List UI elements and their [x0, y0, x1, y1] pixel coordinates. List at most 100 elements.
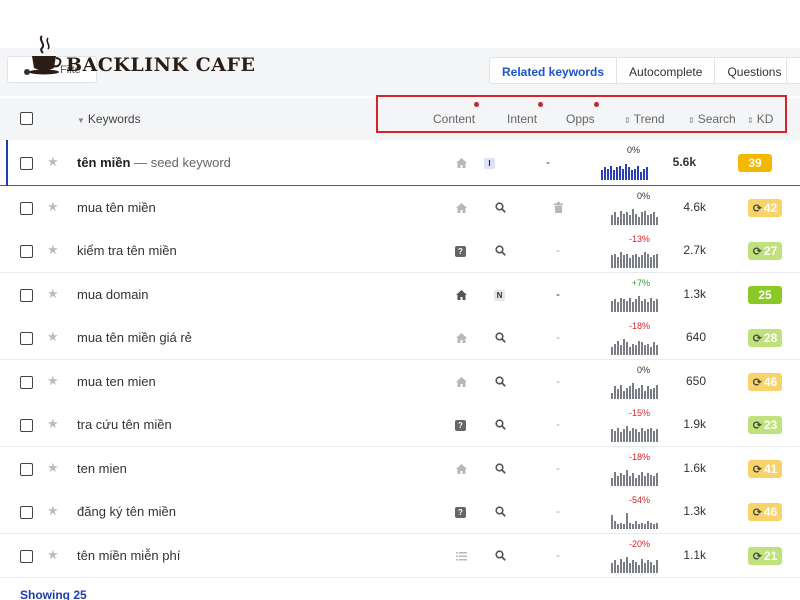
- trend-bar: [638, 475, 640, 486]
- trend-bar: [653, 301, 655, 312]
- keyword-text[interactable]: ten mien: [77, 461, 127, 476]
- star-icon[interactable]: ★: [47, 199, 59, 215]
- kd-badge[interactable]: ⟳ 46: [748, 373, 782, 391]
- seed-keyword-note: — seed keyword: [130, 155, 231, 170]
- row-checkbox[interactable]: [20, 332, 33, 345]
- keyword-text-bold: tên miền: [77, 155, 131, 170]
- tab-autocomplete[interactable]: Autocomplete: [617, 58, 716, 83]
- trend-bar: [617, 476, 619, 486]
- star-icon[interactable]: ★: [47, 416, 59, 432]
- intent-badge: N: [494, 290, 505, 301]
- row-checkbox[interactable]: [20, 463, 33, 476]
- trash-icon[interactable]: [554, 202, 563, 213]
- trend-bar: [604, 167, 606, 180]
- trend-percent: -15%: [628, 408, 650, 418]
- kd-badge[interactable]: ⟳ 27: [748, 242, 782, 260]
- trend-bar: [620, 385, 622, 399]
- trend-bar: [647, 560, 649, 573]
- trend-bar: [647, 254, 649, 268]
- trend-bar: [610, 166, 612, 180]
- star-icon[interactable]: ★: [47, 373, 59, 389]
- keyword-text[interactable]: tên miền — seed keyword: [77, 155, 231, 170]
- search-volume: 640: [685, 330, 706, 344]
- trend-bar: [641, 301, 643, 312]
- keyword-text[interactable]: tra cứu tên miền: [77, 417, 172, 432]
- trend-bar: [632, 302, 634, 312]
- trend-bar: [629, 347, 631, 355]
- keyword-text[interactable]: mua ten mien: [77, 374, 156, 389]
- keyword-text[interactable]: đăng ký tên miền: [77, 504, 176, 519]
- trend-bar: [629, 563, 631, 573]
- row-checkbox[interactable]: [20, 157, 33, 170]
- star-icon[interactable]: ★: [47, 242, 59, 258]
- keyword-text[interactable]: mua tên miền: [77, 200, 156, 215]
- row-checkbox[interactable]: [20, 506, 33, 519]
- trend-bar: [632, 560, 634, 573]
- trend-bar: [635, 429, 637, 442]
- star-icon[interactable]: ★: [47, 460, 59, 476]
- keyword-text[interactable]: mua tên miền giá rẻ: [77, 330, 192, 345]
- kd-badge[interactable]: ⟳ 23: [748, 416, 782, 434]
- trend-bar: [650, 562, 652, 573]
- kd-value: 41: [763, 462, 778, 476]
- row-checkbox[interactable]: [20, 245, 33, 258]
- refresh-icon: ⟳: [752, 420, 762, 432]
- trend-bar: [650, 298, 652, 312]
- keyword-text[interactable]: tên miền miễn phí: [77, 548, 180, 563]
- trend-bar: [640, 172, 642, 180]
- row-checkbox[interactable]: [20, 289, 33, 302]
- row-checkbox[interactable]: [20, 376, 33, 389]
- refresh-icon: ⟳: [752, 551, 762, 563]
- kd-value: 46: [763, 375, 778, 389]
- kd-badge[interactable]: 25: [748, 286, 782, 304]
- home-icon: [456, 377, 467, 387]
- kd-badge[interactable]: 39: [738, 154, 772, 172]
- tab-questions[interactable]: Questions: [715, 58, 793, 83]
- keyword-text[interactable]: kiểm tra tên miền: [77, 243, 177, 258]
- search-volume: 1.3k: [683, 504, 706, 518]
- trend-bar: [632, 473, 634, 486]
- trend-bar: [638, 296, 640, 312]
- trend-percent: 0%: [636, 365, 650, 375]
- kd-badge[interactable]: ⟳ 21: [748, 547, 782, 565]
- keyword-text[interactable]: mua domain: [77, 287, 149, 302]
- trend-bar: [656, 345, 658, 355]
- column-header-keywords[interactable]: ▼ Keywords: [77, 112, 141, 126]
- row-checkbox[interactable]: [20, 550, 33, 563]
- opps-value: -: [556, 243, 560, 257]
- trend-bar: [638, 432, 640, 442]
- more-tabs-button[interactable]: [786, 57, 800, 84]
- trend-sparkline: [611, 296, 658, 312]
- star-icon[interactable]: ★: [47, 503, 59, 519]
- star-icon[interactable]: ★: [47, 547, 59, 563]
- kd-badge[interactable]: ⟳ 28: [748, 329, 782, 347]
- trend-bar: [656, 217, 658, 225]
- kd-badge[interactable]: ⟳ 42: [748, 199, 782, 217]
- intent-badge: I: [484, 158, 495, 169]
- trend-bar: [641, 523, 643, 529]
- trend-bar: [644, 524, 646, 529]
- trend-bar: [641, 472, 643, 486]
- select-all-checkbox[interactable]: [20, 112, 33, 125]
- brand-name: BACKLINK CAFE: [66, 54, 256, 76]
- trend-bar: [637, 166, 639, 180]
- question-icon: ?: [455, 420, 466, 431]
- row-checkbox[interactable]: [20, 202, 33, 215]
- trend-bar: [611, 563, 613, 573]
- trend-bar: [650, 523, 652, 529]
- trend-bar: [650, 257, 652, 268]
- row-checkbox[interactable]: [20, 419, 33, 432]
- trend-percent: +7%: [631, 278, 650, 288]
- kd-badge[interactable]: ⟳ 41: [748, 460, 782, 478]
- trend-bar: [647, 344, 649, 355]
- search-icon: [495, 506, 506, 517]
- star-icon[interactable]: ★: [47, 329, 59, 345]
- kd-badge[interactable]: ⟳ 46: [748, 503, 782, 521]
- trend-sparkline: [601, 164, 648, 180]
- tab-related-keywords[interactable]: Related keywords: [490, 58, 618, 83]
- trend-bar: [614, 299, 616, 312]
- trend-sparkline: [611, 252, 658, 268]
- star-icon[interactable]: ★: [47, 286, 59, 302]
- kd-value: 28: [763, 331, 778, 345]
- star-icon[interactable]: ★: [47, 154, 59, 170]
